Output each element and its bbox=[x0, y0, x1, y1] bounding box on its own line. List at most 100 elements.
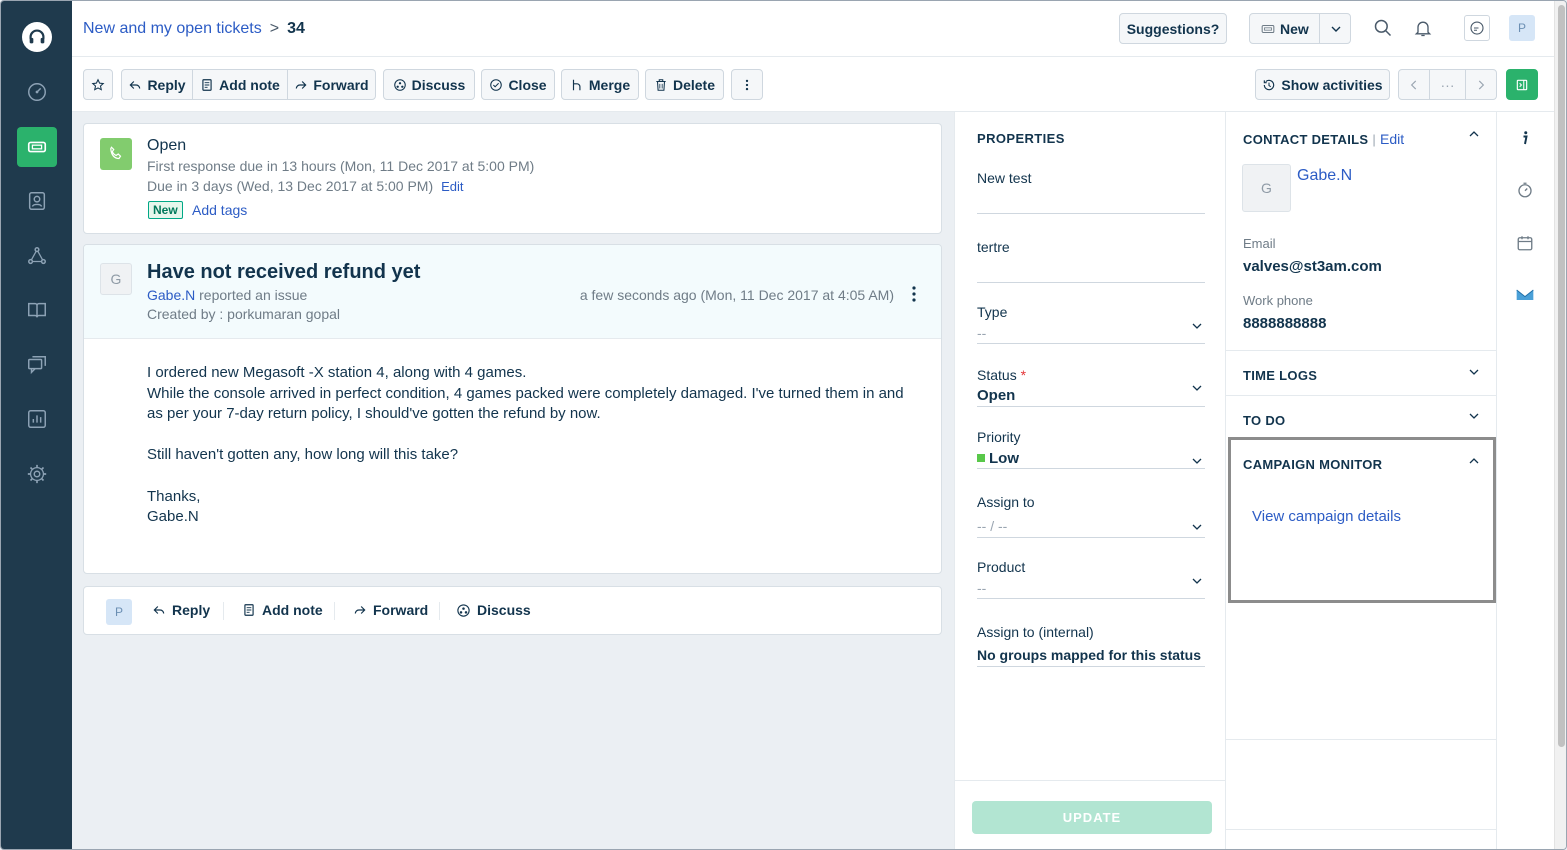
forward-arrow-icon bbox=[296, 80, 307, 89]
star-icon bbox=[91, 78, 105, 91]
section-divider bbox=[1226, 395, 1496, 396]
next-ticket-button[interactable] bbox=[1465, 69, 1497, 100]
breadcrumb-separator: > bbox=[269, 20, 280, 37]
resolution-due-text: Due in 3 days (Wed, 13 Dec 2017 at 5:00 … bbox=[147, 178, 434, 194]
forward-button[interactable]: Forward bbox=[287, 69, 376, 100]
nav-forums-icon[interactable] bbox=[17, 345, 57, 385]
contact-email[interactable]: valves@st3am.com bbox=[1243, 258, 1382, 275]
nav-reports-icon[interactable] bbox=[17, 399, 57, 439]
nav-social-icon[interactable] bbox=[17, 236, 57, 276]
previous-ticket-button[interactable] bbox=[1398, 69, 1430, 100]
chevron-down-icon[interactable] bbox=[1331, 24, 1341, 34]
user-avatar[interactable]: P bbox=[1509, 15, 1535, 41]
info-icon[interactable] bbox=[1514, 127, 1536, 149]
campaign-monitor-header[interactable]: CAMPAIGN MONITOR bbox=[1243, 457, 1382, 472]
requester-name-link[interactable]: Gabe.N bbox=[147, 287, 195, 303]
status-label-text: Status bbox=[977, 367, 1017, 383]
reply-bar-discuss-button[interactable]: Discuss bbox=[456, 602, 531, 618]
chevron-up-icon[interactable] bbox=[1469, 456, 1479, 466]
title-separator: | bbox=[1372, 132, 1377, 147]
ticket-subject: Have not received refund yet bbox=[147, 261, 421, 283]
add-tags-link[interactable]: Add tags bbox=[192, 202, 247, 218]
campaign-monitor-icon[interactable] bbox=[1514, 284, 1536, 306]
calendar-icon[interactable] bbox=[1514, 232, 1536, 254]
breadcrumb-view-link[interactable]: New and my open tickets bbox=[83, 20, 262, 37]
body-line: Gabe.N bbox=[147, 508, 199, 526]
freshchat-icon[interactable] bbox=[1464, 15, 1490, 41]
nav-solutions-book-icon[interactable] bbox=[17, 290, 57, 330]
chevron-down-icon[interactable] bbox=[1192, 522, 1202, 532]
show-activities-button[interactable]: Show activities bbox=[1255, 69, 1390, 100]
search-icon[interactable] bbox=[1370, 15, 1396, 41]
priority-select[interactable]: Low bbox=[977, 450, 1019, 467]
sidebar-collapse-icon bbox=[1516, 79, 1528, 90]
ticket-state: Open bbox=[147, 137, 187, 154]
ticket-nav-ellipsis[interactable]: ··· bbox=[1429, 69, 1466, 100]
add-note-button[interactable]: Add note bbox=[192, 69, 288, 100]
time-logs-header[interactable]: TIME LOGS bbox=[1243, 368, 1317, 383]
close-ticket-button[interactable]: Close bbox=[481, 69, 555, 100]
trash-icon bbox=[656, 78, 666, 91]
body-line: While the console arrived in perfect con… bbox=[147, 384, 904, 423]
chevron-up-icon[interactable] bbox=[1469, 129, 1479, 139]
star-button[interactable] bbox=[83, 69, 113, 100]
type-select[interactable]: -- bbox=[977, 325, 986, 341]
nav-contacts-icon[interactable] bbox=[17, 181, 57, 221]
email-label: Email bbox=[1243, 236, 1276, 251]
reported-text: reported an issue bbox=[195, 287, 308, 303]
ticket-more-icon[interactable] bbox=[909, 285, 919, 303]
new-test-input[interactable] bbox=[977, 213, 1205, 214]
nav-dashboard-icon[interactable] bbox=[17, 72, 57, 112]
page-scrollbar[interactable] bbox=[1554, 1, 1566, 849]
chevron-down-icon[interactable] bbox=[1192, 383, 1202, 393]
edit-contact-link[interactable]: Edit bbox=[1380, 131, 1404, 147]
properties-title: PROPERTIES bbox=[977, 131, 1065, 146]
reply-bar-add-note-button[interactable]: Add note bbox=[242, 602, 323, 618]
update-button[interactable]: UPDATE bbox=[972, 801, 1212, 834]
chevron-down-icon[interactable] bbox=[1192, 576, 1202, 586]
assign-to-underline bbox=[977, 537, 1205, 538]
discuss-button[interactable]: Discuss bbox=[383, 69, 475, 100]
toggle-sidebar-button[interactable] bbox=[1506, 69, 1538, 100]
delete-button[interactable]: Delete bbox=[645, 69, 724, 100]
edit-due-link[interactable]: Edit bbox=[441, 179, 463, 194]
required-asterisk: * bbox=[1020, 367, 1027, 383]
nav-admin-gear-icon[interactable] bbox=[17, 454, 57, 494]
reply-bar-forward-button[interactable]: Forward bbox=[353, 602, 428, 618]
reply-bar-reply-button[interactable]: Reply bbox=[152, 602, 210, 618]
status-select[interactable]: Open bbox=[977, 387, 1015, 404]
suggestions-button[interactable]: Suggestions? bbox=[1119, 13, 1227, 44]
chevron-down-icon[interactable] bbox=[1192, 321, 1202, 331]
assign-to-select[interactable]: -- / -- bbox=[977, 518, 1007, 534]
timer-icon[interactable] bbox=[1514, 179, 1536, 201]
new-button[interactable]: New bbox=[1249, 13, 1351, 44]
merge-label: Merge bbox=[588, 76, 631, 93]
properties-footer-divider bbox=[955, 780, 1225, 781]
history-icon bbox=[1264, 79, 1275, 90]
chevron-down-icon[interactable] bbox=[1469, 411, 1479, 421]
assign-internal-underline bbox=[977, 666, 1205, 667]
contact-phone[interactable]: 8888888888 bbox=[1243, 315, 1326, 332]
chevron-down-icon[interactable] bbox=[1192, 456, 1202, 466]
more-actions-button[interactable] bbox=[731, 69, 763, 100]
note-icon bbox=[202, 78, 212, 91]
headset-logo-icon[interactable] bbox=[22, 22, 52, 52]
contact-name-link[interactable]: Gabe.N bbox=[1297, 167, 1352, 185]
priority-label: Priority bbox=[977, 429, 1021, 445]
to-do-header[interactable]: TO DO bbox=[1243, 413, 1285, 428]
forward-label: Forward bbox=[313, 76, 369, 93]
product-select[interactable]: -- bbox=[977, 580, 986, 596]
reply-button[interactable]: Reply bbox=[121, 69, 193, 100]
nav-tickets-icon[interactable] bbox=[17, 127, 57, 167]
scrollbar-thumb[interactable] bbox=[1558, 5, 1565, 747]
tertre-input[interactable] bbox=[977, 282, 1205, 283]
contact-details-header: CONTACT DETAILS | Edit bbox=[1243, 131, 1404, 147]
body-line: I ordered new Megasoft -X station 4, alo… bbox=[147, 364, 527, 381]
reply-bar-divider bbox=[334, 602, 335, 620]
merge-button[interactable]: Merge bbox=[561, 69, 639, 100]
notifications-bell-icon[interactable] bbox=[1410, 15, 1436, 41]
chevron-down-icon[interactable] bbox=[1469, 367, 1479, 377]
left-nav bbox=[1, 1, 72, 849]
view-campaign-details-link[interactable]: View campaign details bbox=[1252, 508, 1401, 525]
